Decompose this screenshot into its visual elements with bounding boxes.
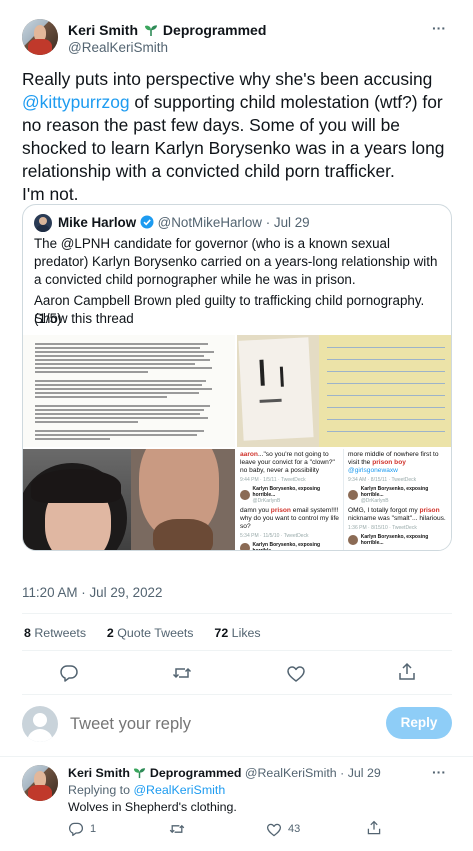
reply-author-name[interactable]: Keri Smith <box>68 766 130 780</box>
likes-stat[interactable]: 72 Likes <box>214 626 260 640</box>
media-tweet-screenshots[interactable]: aaron..."so you're not going to leave yo… <box>237 449 451 551</box>
more-icon[interactable]: ··· <box>432 20 446 36</box>
reply-icon[interactable] <box>68 821 84 837</box>
ss1-reply-name: Karlyn Borysenko, exposing horrible... <box>252 486 321 498</box>
ss2-reply-name: Karlyn Borysenko, exposing horrible... <box>360 486 429 498</box>
divider <box>22 694 452 695</box>
quoted-author-name: Mike Harlow <box>58 215 137 231</box>
share-icon[interactable] <box>366 820 382 836</box>
ss2-top-red: prison boy <box>372 459 406 466</box>
reply-button[interactable]: Reply <box>386 707 452 739</box>
more-icon[interactable]: ··· <box>432 764 446 780</box>
reply-input[interactable] <box>70 711 360 737</box>
quoted-author-avatar <box>34 214 52 232</box>
ss2-meta2: 1:36 PM · 8/15/10 · TweetDeck <box>348 525 417 531</box>
replying-to-handle[interactable]: @RealKeriSmith <box>133 783 225 797</box>
tweet-text-part3: I'm not. <box>22 184 79 204</box>
quoted-text-1: The @LPNH candidate for governor (who is… <box>34 236 438 287</box>
ss1-msg-red: prison <box>270 507 291 514</box>
reply-text: Wolves in Shepherd's clothing. <box>68 800 237 814</box>
seedling-icon <box>133 766 146 779</box>
author-tag: Deprogrammed <box>162 22 267 38</box>
ss1-msg-a: damn you <box>240 507 271 514</box>
author-name[interactable]: Keri Smith <box>68 22 138 38</box>
ss2-reply-handle: @DrKarlynB <box>360 498 389 504</box>
verified-badge-icon <box>140 215 154 232</box>
reply-author-handle[interactable]: @RealKeriSmith <box>245 766 337 780</box>
quoted-date: · Jul 29 <box>265 215 310 231</box>
seedling-icon <box>144 23 158 37</box>
ss2-msg-b: nickname was "smalt"... hilarious. <box>348 515 446 522</box>
replying-to-label: Replying to <box>68 783 130 797</box>
tweet-body: Really puts into perspective why she's b… <box>22 68 450 206</box>
ss1-meta2: 5:34 PM · 11/5/10 · TweetDeck <box>240 533 309 539</box>
mention-link[interactable]: @kittypurrzog <box>22 92 130 112</box>
author-avatar[interactable] <box>22 19 58 55</box>
divider <box>22 613 452 614</box>
tweet-stats: 8 Retweets 2 Quote Tweets 72 Likes <box>24 626 261 640</box>
retweet-icon[interactable] <box>169 821 185 837</box>
like-count: 43 <box>288 823 301 835</box>
ss2-foot: Karlyn Borysenko, exposing horrible... <box>360 534 429 546</box>
current-user-avatar[interactable] <box>22 706 58 742</box>
media-couple-photo[interactable] <box>23 449 235 550</box>
ss2-msg-a: OMG, I totally forgot my <box>348 507 420 514</box>
media-court-document[interactable] <box>23 335 235 447</box>
media-letters-photo[interactable] <box>237 335 451 447</box>
ss2-msg-red: prison <box>419 507 440 514</box>
reply-count: 1 <box>90 823 97 835</box>
reply-author-avatar[interactable] <box>22 765 58 801</box>
reply-icon[interactable] <box>59 663 79 683</box>
share-icon[interactable] <box>397 662 417 682</box>
show-thread-link[interactable]: Show this thread <box>34 310 134 328</box>
ss1-top-red: aaron <box>240 451 258 458</box>
reply-date[interactable]: · Jul 29 <box>340 766 381 780</box>
quoted-author-handle: @NotMikeHarlow <box>157 215 262 231</box>
ss1-meta: 9:44 PM · 1/5/11 · TweetDeck <box>240 477 306 483</box>
ss1-foot: Karlyn Borysenko, exposing horrible... <box>252 542 321 551</box>
like-icon[interactable] <box>286 664 306 684</box>
retweet-icon[interactable] <box>172 663 192 683</box>
divider <box>0 756 473 757</box>
ss2-top-mention: @girlsgonewaxw <box>348 467 398 474</box>
ss2-meta: 9:34 AM · 8/15/11 · TweetDeck <box>348 477 417 483</box>
quoted-tweet[interactable]: Mike Harlow @NotMikeHarlow · Jul 29 The … <box>22 204 452 551</box>
tweet-text-part1: Really puts into perspective why she's b… <box>22 69 433 89</box>
reply-author-tag: Deprogrammed <box>149 766 242 780</box>
author-handle[interactable]: @RealKeriSmith <box>68 40 168 55</box>
tweet-timestamp[interactable]: 11:20 AM · Jul 29, 2022 <box>22 585 162 600</box>
retweets-stat[interactable]: 8 Retweets <box>24 626 86 640</box>
divider <box>22 650 452 651</box>
ss1-reply-handle: @DrKarlynB <box>252 498 281 504</box>
like-icon[interactable] <box>266 822 282 838</box>
quote-tweets-stat[interactable]: 2 Quote Tweets <box>107 626 194 640</box>
